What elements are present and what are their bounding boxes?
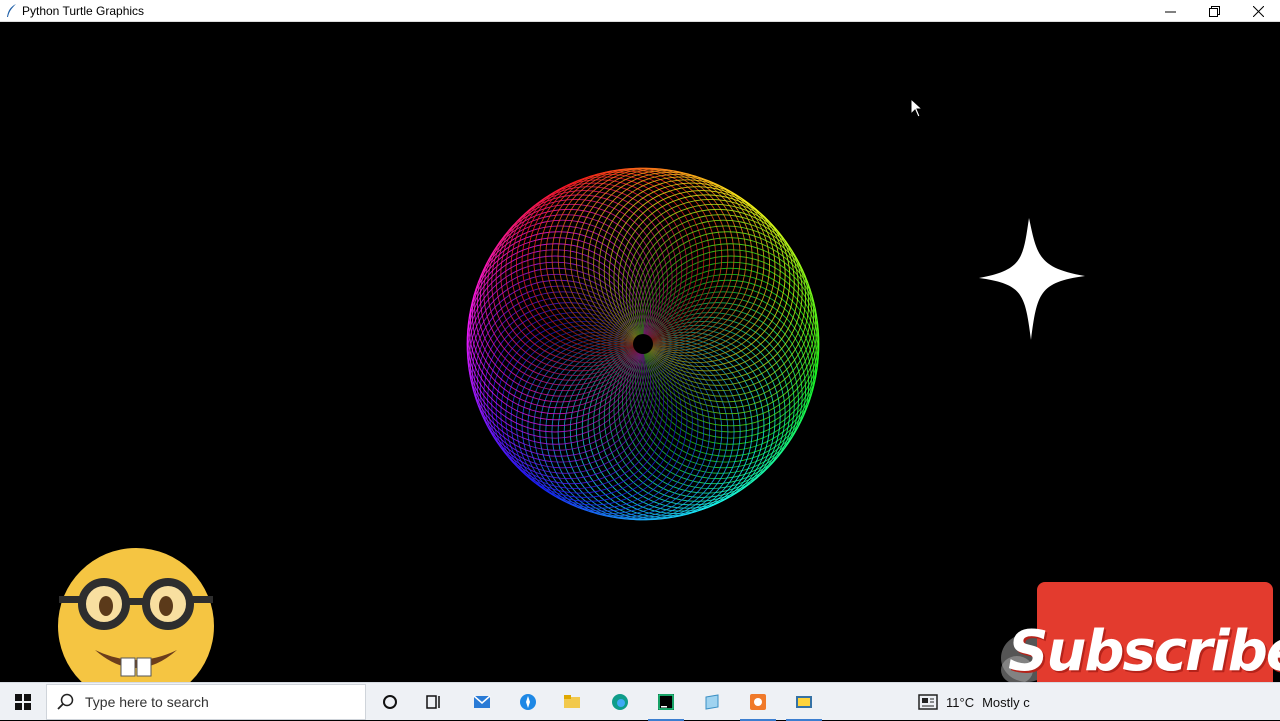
weather-condition: Mostly c	[982, 694, 1030, 710]
taskbar-app-recorder[interactable]	[736, 683, 780, 721]
title-bar: Python Turtle Graphics	[0, 0, 1280, 22]
taskbar-app-notepad[interactable]	[690, 683, 734, 721]
taskbar-app-edge[interactable]	[598, 683, 642, 721]
center-dot	[633, 334, 653, 354]
mouse-pointer-icon	[910, 98, 924, 118]
taskbar: 11°C Mostly c	[0, 682, 1280, 721]
cortana-icon	[383, 695, 397, 709]
python-icon	[796, 696, 812, 708]
taskbar-app-python[interactable]	[782, 683, 826, 721]
taskbar-app-cortana[interactable]	[368, 683, 412, 721]
taskbar-search-box[interactable]	[46, 684, 366, 720]
windows-icon	[15, 694, 31, 710]
minimize-icon	[1164, 11, 1176, 12]
search-icon	[57, 693, 74, 710]
taskbar-app-pycharm[interactable]	[644, 683, 688, 721]
taskbar-app-mail[interactable]	[460, 683, 504, 721]
restore-icon	[1208, 5, 1220, 17]
close-icon	[1252, 5, 1264, 17]
safari-compass-icon	[520, 694, 536, 710]
subscribe-label: Subscribe	[1008, 618, 1280, 684]
edge-icon	[612, 694, 628, 710]
news-icon	[918, 694, 938, 710]
four-point-star-icon	[979, 218, 1085, 340]
recorder-icon	[750, 694, 766, 710]
taskbar-app-task-view[interactable]	[412, 683, 456, 721]
close-button[interactable]	[1236, 0, 1280, 22]
notepad-icon	[705, 694, 719, 710]
restore-button[interactable]	[1192, 0, 1236, 22]
minimize-button[interactable]	[1148, 0, 1192, 22]
mail-icon	[473, 695, 491, 708]
file-explorer-icon	[564, 695, 580, 708]
weather-widget[interactable]: 11°C Mostly c	[918, 683, 1030, 721]
task-view-icon	[426, 695, 440, 709]
taskbar-app-file-explorer[interactable]	[550, 683, 594, 721]
pycharm-icon	[658, 694, 674, 710]
taskbar-app-safari-compass[interactable]	[506, 683, 550, 721]
feather-icon	[7, 4, 16, 17]
start-button[interactable]	[0, 683, 46, 721]
weather-temperature: 11°C	[946, 694, 975, 710]
search-input[interactable]	[83, 693, 347, 711]
window-title: Python Turtle Graphics	[22, 4, 145, 18]
